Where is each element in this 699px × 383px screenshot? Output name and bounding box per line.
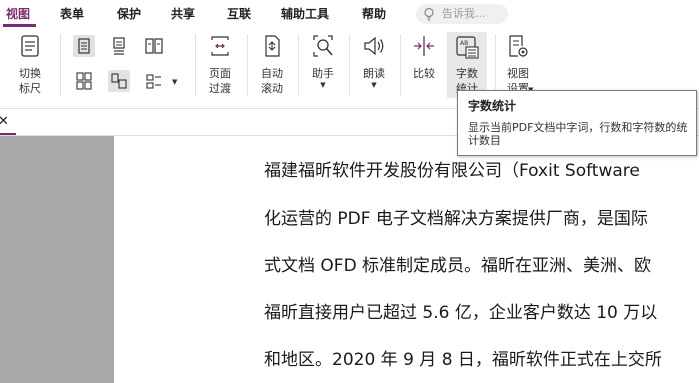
speaker-icon	[364, 36, 384, 56]
document-line: 化运营的 PDF 电子文档解决方案提供厂商，是国际	[264, 209, 648, 229]
word-count-button[interactable]: AB 字数 统计	[447, 34, 487, 96]
menu-share[interactable]: 共享	[171, 4, 195, 24]
ribbon-separator	[60, 34, 61, 96]
ribbon-separator	[298, 34, 299, 96]
active-menu-indicator	[3, 24, 36, 27]
search-placeholder: 告诉我...	[442, 7, 486, 20]
continuous-facing-button[interactable]	[73, 70, 95, 92]
switch-ruler-label-1: 切换	[19, 67, 41, 80]
assistant-search-icon	[313, 35, 333, 57]
ruler-icon	[21, 35, 39, 57]
close-icon[interactable]: ✕	[0, 114, 9, 129]
view-settings-label-1: 视图	[507, 67, 529, 80]
svg-text:AB: AB	[460, 40, 468, 47]
switch-ruler-button[interactable]: 切换 标尺	[10, 34, 50, 96]
assistant-dropdown-caret: ▼	[320, 81, 326, 89]
menu-protect[interactable]: 保护	[117, 4, 141, 24]
document-background	[0, 136, 114, 383]
auto-scroll-label-2: 滚动	[261, 82, 283, 95]
single-page-icon	[78, 38, 90, 54]
switch-ruler-label-2: 标尺	[19, 82, 41, 95]
reflow-button[interactable]	[143, 70, 165, 92]
continuous-facing-icon	[76, 72, 92, 90]
document-line: 福建福昕软件开发股份有限公司（Foxit Software	[264, 161, 640, 181]
read-aloud-button[interactable]: 朗读 ▼	[354, 34, 394, 89]
document-line: 和地区。2020 年 9 月 8 日，福昕软件正式在上交所	[264, 350, 662, 370]
menu-accessibility[interactable]: 辅助工具	[281, 4, 329, 24]
menu-help[interactable]: 帮助	[362, 4, 386, 24]
assistant-label: 助手	[312, 67, 334, 80]
word-count-tooltip: 字数统计 显示当前PDF文档中字词，行数和字符数的统计数目	[457, 90, 697, 156]
facing-page-button[interactable]	[143, 35, 165, 57]
auto-scroll-button[interactable]: 自动 滚动	[252, 34, 292, 96]
word-count-label-1: 字数	[456, 67, 478, 80]
page-transition-label-2: 过渡	[209, 82, 231, 95]
single-page-button[interactable]	[73, 35, 95, 57]
menu-connect[interactable]: 互联	[227, 4, 251, 24]
page-transition-label-1: 页面	[209, 67, 231, 80]
continuous-page-button[interactable]	[108, 35, 130, 57]
compare-label: 比较	[413, 67, 435, 80]
tooltip-description: 显示当前PDF文档中字词，行数和字符数的统计数目	[468, 121, 688, 147]
ribbon-separator	[195, 34, 196, 96]
read-aloud-label: 朗读	[363, 67, 385, 80]
reflow-icon	[146, 74, 161, 89]
page-transition-icon	[211, 36, 229, 56]
search-input[interactable]: 告诉我...	[416, 4, 508, 24]
menu-form[interactable]: 表单	[60, 4, 84, 24]
ribbon-separator	[400, 34, 401, 96]
split-view-icon	[111, 73, 127, 89]
split-view-button[interactable]	[108, 70, 130, 92]
ribbon-separator	[247, 34, 248, 96]
tooltip-title: 字数统计	[468, 99, 517, 113]
facing-page-icon	[145, 38, 163, 54]
continuous-page-icon	[113, 37, 125, 55]
lightbulb-icon	[424, 7, 434, 21]
menu-bar: 视图 表单 保护 共享 互联 辅助工具 帮助 告诉我...	[0, 0, 699, 28]
menu-view[interactable]: 视图	[6, 4, 30, 24]
read-aloud-dropdown-caret: ▼	[371, 81, 377, 89]
compare-button[interactable]: 比较	[404, 34, 444, 81]
ribbon-separator	[495, 34, 496, 96]
document-line: 式文档 OFD 标准制定成员。福昕在亚洲、美洲、欧	[264, 256, 652, 276]
view-settings-icon	[509, 35, 528, 57]
auto-scroll-label-1: 自动	[261, 67, 283, 80]
layout-dropdown-caret[interactable]: ▼	[172, 78, 177, 86]
document-line: 福昕直接用户已超过 5.6 亿，企业客户数达 10 万以	[264, 303, 658, 323]
auto-scroll-icon	[265, 35, 280, 57]
ribbon-separator	[349, 34, 350, 96]
word-count-icon: AB	[456, 36, 479, 59]
assistant-button[interactable]: 助手 ▼	[303, 34, 343, 89]
document-page: 福建福昕软件开发股份有限公司（Foxit Software 化运营的 PDF 电…	[114, 136, 699, 383]
active-tab-indicator	[0, 133, 16, 135]
compare-icon	[414, 36, 434, 56]
page-transition-button[interactable]: 页面 过渡	[200, 34, 240, 96]
